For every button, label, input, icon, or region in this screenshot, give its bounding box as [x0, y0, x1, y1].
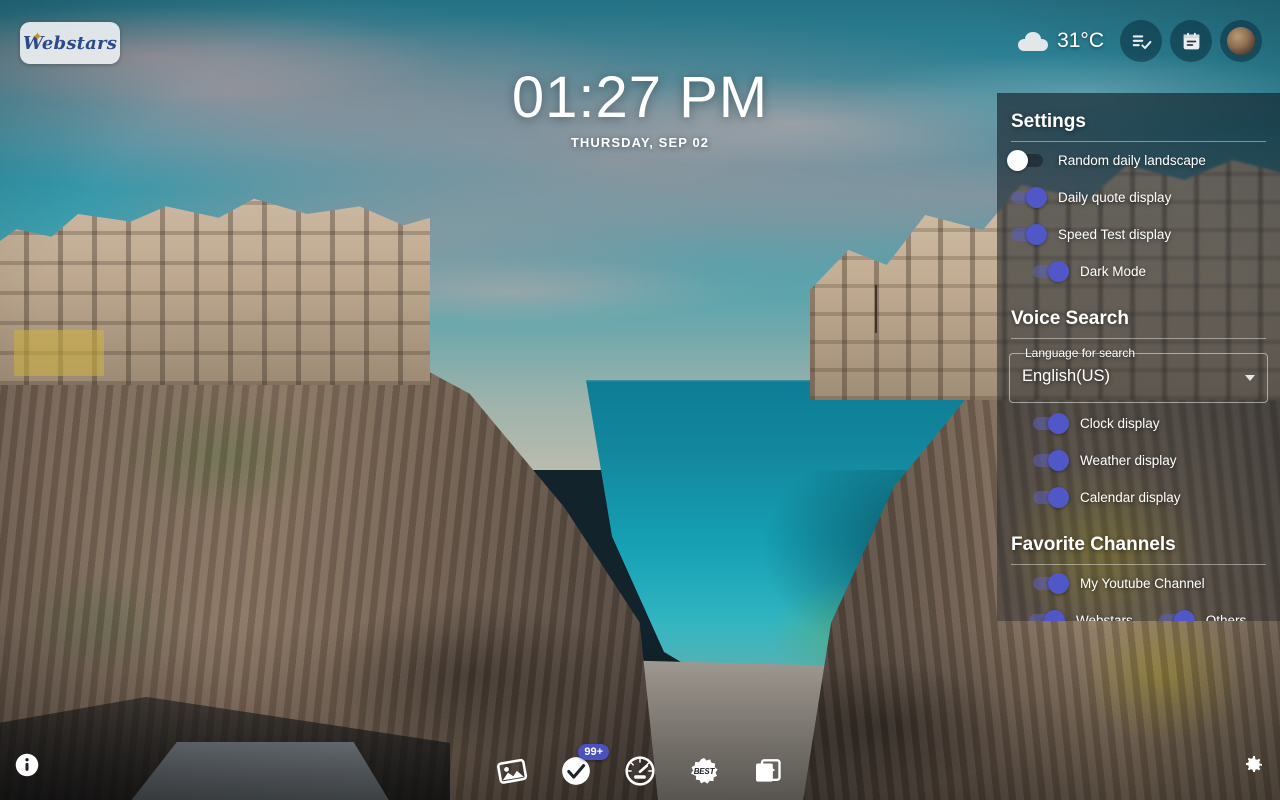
dock-item-speed-test[interactable] [621, 752, 659, 790]
topbar-right-group: 31°C [1018, 20, 1262, 62]
toggle-knob [1048, 573, 1069, 594]
setting-row-dark-mode[interactable]: Dark Mode [997, 253, 1280, 290]
setting-row-my-youtube-channel[interactable]: My Youtube Channel [997, 565, 1280, 602]
avatar[interactable] [1220, 20, 1262, 62]
setting-label: Clock display [1080, 416, 1160, 431]
chevron-down-icon [1245, 375, 1255, 381]
setting-label: Others [1205, 613, 1247, 621]
toggle-knob [1026, 187, 1047, 208]
toggle-knob [1173, 610, 1195, 621]
settings-button[interactable] [1238, 750, 1268, 780]
video-stack-icon [756, 759, 781, 782]
setting-row-daily-quote-display[interactable]: Daily quote display [997, 179, 1280, 216]
speedometer-icon [625, 756, 655, 786]
toggle-speed-test-display[interactable] [1007, 224, 1047, 245]
divider [1011, 338, 1266, 339]
avatar-image [1227, 27, 1255, 55]
section-title-settings: Settings [1011, 111, 1086, 132]
favorite-channels-pair-row: Webstars Others [997, 602, 1280, 621]
toggle-others[interactable] [1155, 610, 1195, 621]
info-button[interactable] [12, 750, 42, 780]
weather-widget[interactable]: 31°C [1018, 29, 1104, 53]
toggle-clock-display[interactable] [1029, 413, 1069, 434]
star-icon: ✦ [32, 29, 43, 44]
setting-label: Weather display [1080, 453, 1177, 468]
calendar-button[interactable] [1170, 20, 1212, 62]
setting-row-weather-display[interactable]: Weather display [997, 442, 1280, 479]
calendar-icon [1183, 32, 1199, 49]
setting-label: Daily quote display [1058, 190, 1172, 205]
info-icon [15, 753, 39, 777]
toggle-calendar-display[interactable] [1029, 487, 1069, 508]
dock-item-tasks[interactable]: 99+ [557, 744, 609, 790]
dock-item-best[interactable]: BEST [685, 752, 723, 790]
setting-label: Webstars [1076, 613, 1133, 621]
cloud-icon [1018, 30, 1049, 52]
setting-row-others[interactable]: Others [1155, 602, 1247, 621]
language-for-search-dropdown[interactable]: Language for search English(US) [1009, 346, 1268, 403]
todo-list-check-icon [1132, 34, 1151, 49]
bottom-dock: 99+ BEST [0, 744, 1280, 790]
toggle-dark-mode[interactable] [1029, 261, 1069, 282]
setting-label: My Youtube Channel [1080, 576, 1205, 591]
setting-label: Calendar display [1080, 490, 1181, 505]
toggle-knob [1007, 150, 1028, 171]
todo-button[interactable] [1120, 20, 1162, 62]
best-badge-text: BEST [693, 766, 715, 776]
dropdown-value: English(US) [1022, 367, 1111, 385]
toggle-weather-display[interactable] [1029, 450, 1069, 471]
setting-label: Random daily landscape [1058, 153, 1206, 168]
setting-label: Speed Test display [1058, 227, 1172, 242]
toggle-my-youtube-channel[interactable] [1029, 573, 1069, 594]
best-badge-icon: BEST [689, 756, 719, 786]
settings-panel: Settings Random daily landscape Daily qu… [997, 93, 1280, 621]
section-title-favorite-channels: Favorite Channels [1011, 534, 1176, 555]
weather-temperature: 31°C [1057, 29, 1104, 52]
tasks-badge: 99+ [578, 744, 609, 760]
toggle-knob [1048, 450, 1069, 471]
gear-icon [1246, 756, 1262, 772]
toggle-knob [1048, 261, 1069, 282]
dock-item-videos[interactable] [749, 752, 787, 790]
toggle-knob [1026, 224, 1047, 245]
setting-row-webstars[interactable]: Webstars [1025, 602, 1133, 621]
toggle-webstars[interactable] [1025, 610, 1065, 621]
toggle-knob [1048, 487, 1069, 508]
new-tab-page: ✦ Webstars 31°C 01:27 PM THURSDAY, SEP 0… [0, 0, 1280, 800]
toggle-knob [1044, 610, 1065, 621]
toggle-daily-quote-display[interactable] [1007, 187, 1047, 208]
dropdown-label: Language for search [1025, 346, 1136, 360]
setting-row-clock-display[interactable]: Clock display [997, 405, 1280, 442]
toggle-random-daily-landscape[interactable] [1007, 150, 1047, 171]
setting-label: Dark Mode [1080, 264, 1147, 279]
dock-item-gallery[interactable] [493, 752, 531, 790]
setting-row-random-daily-landscape[interactable]: Random daily landscape [997, 142, 1280, 179]
toggle-knob [1048, 413, 1069, 434]
photo-gallery-icon [497, 758, 528, 784]
webstars-logo[interactable]: ✦ Webstars [20, 22, 120, 64]
setting-row-calendar-display[interactable]: Calendar display [997, 479, 1280, 516]
setting-row-speed-test-display[interactable]: Speed Test display [997, 216, 1280, 253]
section-title-voice-search: Voice Search [1011, 308, 1129, 329]
